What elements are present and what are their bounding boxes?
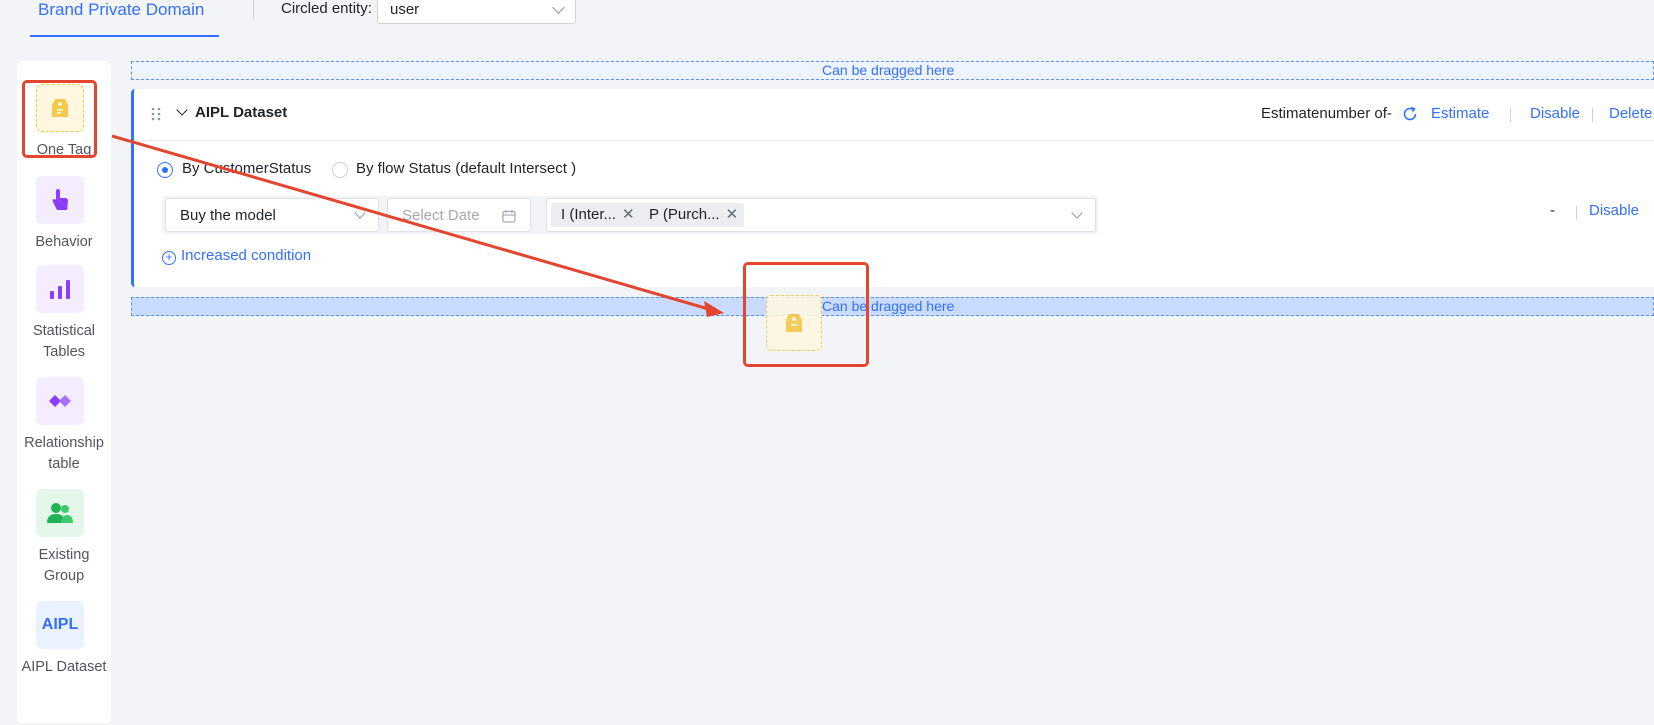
entity-label: Circled entity: bbox=[281, 0, 372, 17]
aipl-dataset-card: AIPL Dataset Estimatenumber of- Estimate… bbox=[131, 89, 1654, 287]
card-header: AIPL Dataset Estimatenumber of- Estimate… bbox=[134, 89, 1654, 141]
radio-customer-status[interactable] bbox=[157, 162, 173, 178]
annotation-box-target bbox=[743, 262, 869, 367]
add-condition-button[interactable]: + Increased condition bbox=[162, 247, 311, 265]
tab-brand-private-domain[interactable]: Brand Private Domain bbox=[30, 0, 212, 37]
estimate-label: Estimatenumber of- bbox=[1261, 105, 1392, 122]
group-icon bbox=[36, 489, 84, 537]
palette-label: Behavior bbox=[35, 234, 93, 250]
status-chip-label: P (Purch... bbox=[649, 206, 720, 223]
radio-customer-status-label: By CustomerStatus bbox=[182, 160, 312, 177]
entity-select-value: user bbox=[390, 1, 420, 18]
close-icon[interactable]: ✕ bbox=[622, 203, 635, 227]
aipl-icon: AIPL bbox=[36, 601, 84, 649]
chevron-down-icon[interactable] bbox=[176, 104, 188, 116]
close-icon[interactable]: ✕ bbox=[726, 203, 739, 227]
condition-select-value: Buy the model bbox=[180, 207, 276, 224]
palette-label: Existing Group bbox=[38, 547, 90, 584]
drop-zone-text: Can be dragged here bbox=[822, 62, 955, 78]
drop-zone-top[interactable]: Can be dragged here bbox=[131, 61, 1654, 80]
pointer-hand-icon bbox=[36, 176, 84, 224]
radio-flow-status-label: By flow Status (default Intersect ) bbox=[356, 160, 577, 177]
status-multi-select[interactable]: I (Inter... ✕ P (Purch... ✕ bbox=[546, 198, 1096, 232]
drag-handle-icon[interactable] bbox=[151, 107, 161, 121]
bar-chart-icon bbox=[36, 265, 84, 313]
annotation-box-source bbox=[22, 80, 97, 158]
plus-circle-icon: + bbox=[162, 251, 176, 265]
top-bar: Brand Private Domain Circled entity: use… bbox=[0, 0, 1654, 37]
divider bbox=[1592, 108, 1593, 122]
palette-label: Relationship table bbox=[24, 435, 104, 472]
estimate-link[interactable]: Estimate bbox=[1431, 105, 1489, 122]
date-picker-input[interactable]: Select Date bbox=[387, 198, 531, 232]
status-chip-label: I (Inter... bbox=[561, 206, 617, 223]
card-title: AIPL Dataset bbox=[195, 104, 288, 121]
entity-select[interactable]: user bbox=[377, 0, 576, 24]
component-palette: One Tag Behavior Statistical Tables Rela… bbox=[17, 61, 111, 723]
date-placeholder: Select Date bbox=[402, 207, 480, 224]
chevron-down-icon bbox=[1071, 207, 1083, 219]
divider bbox=[1510, 108, 1511, 122]
link-icon bbox=[36, 377, 84, 425]
row-disable-link[interactable]: Disable bbox=[1589, 202, 1639, 219]
status-chip: P (Purch... ✕ bbox=[639, 203, 745, 227]
radio-flow-status[interactable] bbox=[332, 162, 348, 178]
add-condition-label: Increased condition bbox=[181, 247, 312, 264]
status-chip: I (Inter... ✕ bbox=[551, 203, 641, 227]
divider bbox=[1576, 206, 1577, 220]
condition-select[interactable]: Buy the model bbox=[165, 198, 379, 232]
chevron-down-icon bbox=[354, 207, 366, 219]
disable-link[interactable]: Disable bbox=[1530, 105, 1580, 122]
palette-label: Statistical Tables bbox=[32, 323, 96, 360]
refresh-icon[interactable] bbox=[1402, 106, 1418, 122]
divider bbox=[253, 0, 254, 20]
chevron-down-icon bbox=[552, 1, 565, 14]
delete-link[interactable]: Delete bbox=[1609, 105, 1652, 122]
active-tab-indicator bbox=[30, 35, 219, 37]
estimate-value: - bbox=[1550, 202, 1555, 219]
palette-label: AIPL Dataset bbox=[21, 659, 107, 675]
condition-row: Buy the model Select Date I (Inter... ✕ P… bbox=[162, 196, 1098, 234]
drop-zone-bottom[interactable]: Can be dragged here bbox=[131, 297, 1654, 316]
calendar-icon bbox=[502, 210, 516, 223]
